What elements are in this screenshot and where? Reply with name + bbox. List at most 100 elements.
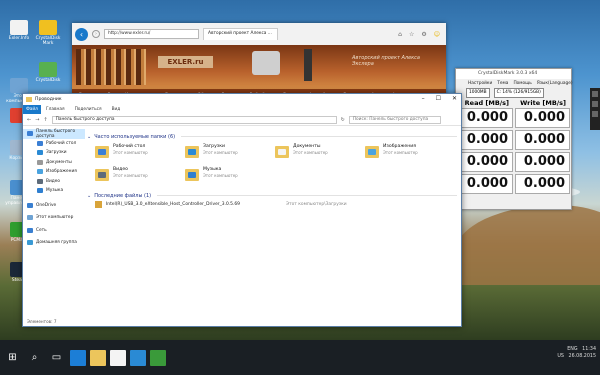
folder-tile[interactable]: Рабочий стол Этот компьютер — [95, 144, 185, 162]
back-arrow-icon[interactable]: ← — [27, 117, 31, 123]
folder-tile[interactable]: Документы Этот компьютер — [275, 144, 365, 162]
nav-item[interactable]: Видео — [23, 177, 85, 187]
nav-folder-icon — [37, 140, 43, 146]
content-pane: ⌄ Часто используемые папки (6) Рабочий с… — [87, 132, 457, 312]
browser-tab[interactable]: Авторский проект Алекса ... — [203, 28, 278, 40]
nav-item[interactable]: OneDrive — [23, 201, 85, 211]
home-icon[interactable]: ⌂ — [398, 31, 402, 38]
recent-files-group[interactable]: ⌄ Последние файлы (1) — [87, 191, 457, 200]
address-bar[interactable]: http://www.exler.ru/ — [104, 29, 199, 39]
drive-select[interactable]: C: 14% (126/915GB) — [493, 88, 544, 98]
result-row: 0.000 0.000 — [458, 130, 571, 150]
recent-file-row[interactable]: Intel(R)_USB_3.0_eXtensible_Host_Control… — [95, 200, 457, 209]
folder-icon — [95, 169, 109, 181]
nav-item-label: Сеть — [36, 227, 47, 233]
search-icon[interactable]: ⌕ — [25, 348, 44, 367]
system-tray[interactable]: ENG 11:34 US 26.08.2015 — [557, 346, 596, 360]
side-tool-icon[interactable] — [592, 101, 598, 107]
minimize-icon[interactable]: – — [422, 95, 425, 102]
group-header: Часто используемые папки (6) — [94, 133, 176, 140]
nav-item[interactable]: Загрузки — [23, 148, 85, 158]
nav-item[interactable]: Сеть — [23, 226, 85, 236]
shortcut-icon — [39, 62, 57, 77]
start-windows-icon[interactable]: ⊞ — [3, 348, 22, 367]
folder-tile[interactable]: Изображения Этот компьютер — [365, 144, 455, 162]
chevron-down-icon: ⌄ — [87, 133, 92, 140]
menu-item[interactable]: Настройки — [468, 81, 492, 86]
nav-folder-icon — [27, 240, 33, 246]
clock-time[interactable]: 11:34 — [582, 347, 596, 352]
site-tagline: Авторский проект Алекса Экслера — [352, 55, 420, 67]
site-logo[interactable]: EXLER.ru — [158, 56, 213, 68]
nav-item-label: Панель быстрого доступа — [36, 128, 76, 139]
folder-location: Этот компьютер — [203, 173, 238, 178]
ribbon-tab[interactable]: Поделиться — [70, 107, 107, 112]
maximize-icon[interactable]: ☐ — [436, 95, 441, 102]
nav-item[interactable]: Музыка — [23, 186, 85, 196]
forward-arrow-icon[interactable]: → — [35, 117, 39, 123]
forward-icon[interactable]: › — [92, 30, 100, 38]
clock-date[interactable]: 26.08.2015 — [569, 354, 596, 359]
shortcut-icon — [39, 20, 57, 35]
refresh-icon[interactable]: ↻ — [341, 117, 345, 123]
window-title: Проводник — [35, 97, 62, 102]
desktop-icon[interactable]: Exler.Info — [4, 20, 34, 41]
nav-item[interactable]: Рабочий стол — [23, 139, 85, 149]
menu-item[interactable]: Помощь — [513, 81, 531, 86]
read-header: Read [MB/s] — [464, 99, 509, 107]
folder-icon — [365, 146, 379, 158]
taskbar: ⊞ ⌕ ▭ ENG 11:34 US 26.08.2015 — [0, 340, 600, 375]
region-indicator[interactable]: US — [557, 354, 564, 359]
favorites-star-icon[interactable]: ☆ — [409, 31, 414, 38]
nav-folder-icon — [27, 227, 33, 233]
menu-item[interactable]: Язык(Language) — [537, 81, 573, 86]
ribbon-tab[interactable]: Вид — [107, 107, 126, 112]
settings-gear-icon[interactable]: ⚙ — [421, 31, 426, 38]
read-value: 0.000 — [458, 130, 513, 150]
folder-icon — [185, 146, 199, 158]
folder-tile[interactable]: Музыка Этот компьютер — [185, 167, 275, 185]
task-view-icon[interactable]: ▭ — [47, 348, 66, 367]
menu-item[interactable]: Тема — [497, 81, 508, 86]
shortcut-icon — [10, 78, 28, 93]
write-value: 0.000 — [515, 108, 570, 128]
folder-icon — [275, 146, 289, 158]
benchmark-menu: Настройки Тема Помощь Язык(Language) — [456, 79, 573, 88]
result-row: 0.000 0.000 — [458, 152, 571, 172]
read-value: 0.000 — [458, 152, 513, 172]
folder-location: Этот компьютер — [113, 150, 148, 155]
close-icon[interactable]: ✕ — [452, 95, 457, 102]
path-bar[interactable]: Панель быстрого доступа — [51, 115, 337, 124]
up-arrow-icon[interactable]: ↑ — [43, 117, 47, 123]
back-icon[interactable]: ‹ — [75, 27, 88, 41]
nav-item[interactable]: Этот компьютер — [23, 213, 85, 223]
desktop-icon[interactable]: CrystalDisk Mark — [33, 20, 63, 46]
store-icon[interactable] — [110, 349, 126, 366]
desktop-icon[interactable]: CrystalDisk — [33, 62, 63, 83]
nav-folder-icon — [37, 159, 43, 165]
size-select[interactable]: 1000MB — [466, 88, 490, 98]
smiley-icon[interactable]: ☺ — [434, 31, 440, 38]
nav-item[interactable]: Документы — [23, 158, 85, 168]
folder-tile[interactable]: Видео Этот компьютер — [95, 167, 185, 185]
internet-explorer-icon[interactable] — [130, 349, 146, 366]
side-tool-icon[interactable] — [592, 111, 598, 117]
folder-tile[interactable]: Загрузки Этот компьютер — [185, 144, 275, 162]
side-tool-icon[interactable] — [592, 91, 598, 97]
search-input[interactable]: Поиск: Панель быстрого доступа — [348, 115, 441, 124]
ribbon-tab[interactable]: Главная — [41, 107, 70, 112]
language-indicator[interactable]: ENG — [567, 347, 577, 352]
nav-item[interactable]: Панель быстрого доступа — [23, 129, 85, 139]
file-explorer-icon[interactable] — [90, 349, 106, 366]
nav-item[interactable]: Изображения — [23, 167, 85, 177]
crystaldisk-taskbar-icon[interactable] — [150, 349, 166, 366]
status-bar: Элементов: 7 — [27, 319, 57, 324]
microphone-image — [304, 49, 312, 81]
nav-item[interactable]: Домашняя группа — [23, 238, 85, 248]
edge-icon[interactable] — [70, 349, 86, 366]
nav-item-label: Музыка — [46, 188, 64, 194]
bookshelf-image — [76, 49, 146, 85]
ribbon-file-tab[interactable]: Файл — [23, 105, 41, 114]
frequent-folders-group[interactable]: ⌄ Часто используемые папки (6) — [87, 132, 457, 141]
chevron-down-icon: ⌄ — [87, 192, 92, 199]
